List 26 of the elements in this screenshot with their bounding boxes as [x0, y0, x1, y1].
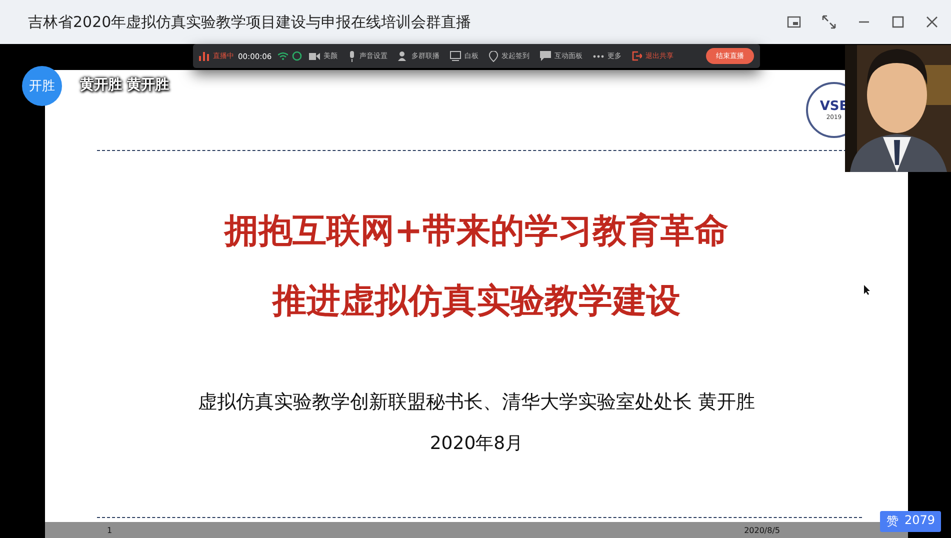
fullscreen-icon[interactable]	[821, 14, 837, 30]
like-count: 2079	[904, 513, 935, 529]
wifi-icon	[278, 52, 288, 60]
presenter-avatar: 开胜	[22, 66, 62, 106]
footer-date: 2020/8/5	[744, 526, 780, 534]
popout-icon[interactable]	[787, 15, 801, 29]
monitor-icon	[450, 51, 461, 61]
camera-icon	[308, 52, 320, 60]
slide-date: 2020年8月	[430, 432, 524, 455]
maximize-icon[interactable]	[891, 15, 905, 29]
page-number: 1	[107, 526, 112, 534]
microphone-icon	[348, 50, 356, 62]
slide-subtitle: 虚拟仿真实验教学创新联盟秘书长、清华大学实验室处处长 黄开胜	[198, 390, 756, 415]
signal-bars-icon	[199, 51, 209, 61]
window-title: 吉林省2020年虚拟仿真实验教学项目建设与申报在线培训会群直播	[28, 12, 472, 32]
chat-icon	[540, 51, 551, 61]
slide-title: 推进虚拟仿真实验教学建设	[272, 280, 680, 323]
like-label: 赞	[886, 513, 898, 530]
slide-title: 拥抱互联网+带来的学习教育革命	[224, 210, 729, 253]
location-pin-icon	[488, 50, 498, 62]
person-icon	[398, 51, 408, 61]
more-icon	[592, 54, 604, 58]
close-icon[interactable]	[925, 15, 939, 29]
cursor-icon	[864, 285, 871, 295]
exit-icon	[632, 51, 642, 61]
presenter-name: 黄开胜 黄开胜	[80, 76, 169, 94]
